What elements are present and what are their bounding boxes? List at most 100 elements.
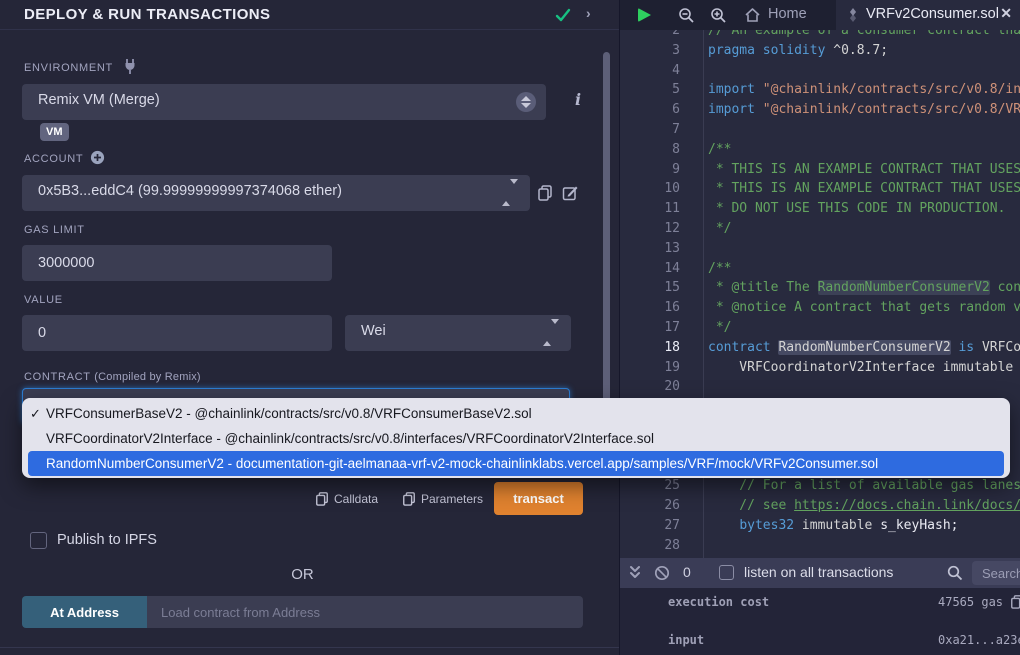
code-line[interactable]: 25 // For a list of available gas lanes …: [620, 476, 1020, 496]
terminal-search-input[interactable]: [972, 561, 1020, 585]
run-script-icon[interactable]: [638, 8, 651, 22]
line-number: 26: [620, 496, 680, 516]
line-number: 25: [620, 476, 680, 496]
value-input[interactable]: [22, 315, 332, 351]
code-line[interactable]: 5import "@chainlink/contracts/src/v0.8/i…: [620, 80, 1020, 100]
line-number: 6: [620, 100, 680, 120]
terminal-bar: 0 listen on all transactions: [620, 558, 1020, 588]
info-icon[interactable]: i: [575, 90, 581, 109]
environment-label: ENVIRONMENT: [24, 62, 113, 74]
line-number: 19: [620, 358, 680, 378]
code-line[interactable]: 19 VRFCoordinatorV2Interface immutable C…: [620, 358, 1020, 378]
parameters-label[interactable]: Parameters: [421, 492, 483, 506]
or-label: OR: [22, 566, 583, 583]
check-icon: [554, 6, 572, 24]
terminal-row-value: 47565 gas: [938, 595, 1003, 609]
copy-parameters-icon[interactable]: [402, 491, 416, 506]
environment-value: Remix VM (Merge): [38, 92, 160, 108]
value-label: VALUE: [24, 294, 63, 306]
value-unit-select[interactable]: Wei: [345, 315, 571, 351]
line-number: 20: [620, 377, 680, 397]
copy-value-icon[interactable]: [1010, 594, 1020, 609]
deploy-run-panel: DEPLOY & RUN TRANSACTIONS › ENVIRONMENT …: [0, 0, 620, 655]
editor-tabbar: Home VRFv2Consumer.sol ✕: [620, 0, 1020, 30]
code-line[interactable]: 4: [620, 61, 1020, 81]
account-value: 0x5B3...eddC4 (99.99999999997374068 ethe…: [38, 183, 342, 199]
contract-dropdown-item[interactable]: VRFCoordinatorV2Interface - @chainlink/c…: [22, 426, 1010, 451]
at-address-input[interactable]: [147, 596, 583, 628]
code-line[interactable]: 3pragma solidity ^0.8.7;: [620, 41, 1020, 61]
line-number: 7: [620, 120, 680, 140]
calldata-label[interactable]: Calldata: [334, 492, 378, 506]
publish-ipfs-checkbox[interactable]: [30, 532, 47, 549]
contract-dropdown-popup: ✓VRFConsumerBaseV2 - @chainlink/contract…: [22, 398, 1010, 478]
contract-dropdown-item[interactable]: RandomNumberConsumerV2 - documentation-g…: [28, 451, 1004, 476]
line-number: 9: [620, 160, 680, 180]
panel-title: DEPLOY & RUN TRANSACTIONS: [24, 6, 270, 23]
line-number: 18: [620, 338, 680, 358]
chevron-right-icon[interactable]: ›: [586, 5, 591, 21]
solidity-icon: [846, 7, 860, 23]
code-line[interactable]: 26 // see https://docs.chain.link/docs/v…: [620, 496, 1020, 516]
code-text: // see https://docs.chain.link/docs/vrf-…: [708, 496, 1020, 516]
code-line[interactable]: 13: [620, 239, 1020, 259]
clear-console-icon[interactable]: [654, 565, 670, 581]
code-text: */: [708, 219, 1020, 239]
code-line[interactable]: 28: [620, 536, 1020, 556]
code-line[interactable]: 10 * THIS IS AN EXAMPLE CONTRACT THAT US…: [620, 179, 1020, 199]
code-text: * @notice A contract that gets random va…: [708, 298, 1020, 318]
contract-dropdown-item[interactable]: ✓VRFConsumerBaseV2 - @chainlink/contract…: [22, 401, 1010, 426]
copy-account-icon[interactable]: [537, 184, 553, 201]
code-line[interactable]: 7: [620, 120, 1020, 140]
close-tab-icon[interactable]: ✕: [1000, 5, 1012, 22]
code-line[interactable]: 11 * DO NOT USE THIS CODE IN PRODUCTION.: [620, 199, 1020, 219]
code-line[interactable]: 9 * THIS IS AN EXAMPLE CONTRACT THAT USE…: [620, 160, 1020, 180]
line-number: 13: [620, 239, 680, 259]
code-editor[interactable]: 2 // An example of a consumer contract th…: [620, 30, 1020, 558]
listen-transactions-label: listen on all transactions: [744, 564, 893, 580]
gas-limit-input[interactable]: [22, 245, 332, 281]
code-line[interactable]: 16 * @notice A contract that gets random…: [620, 298, 1020, 318]
code-text: * DO NOT USE THIS CODE IN PRODUCTION.: [708, 199, 1020, 219]
code-text: /**: [708, 259, 1020, 279]
environment-select[interactable]: Remix VM (Merge): [22, 84, 546, 120]
copy-calldata-icon[interactable]: [315, 491, 329, 506]
expand-terminal-icon[interactable]: [628, 564, 642, 582]
tab-vrfv2consumer[interactable]: VRFv2Consumer.sol ✕: [836, 0, 1020, 30]
account-select[interactable]: 0x5B3...eddC4 (99.99999999997374068 ethe…: [22, 175, 530, 211]
line-number: 2: [620, 30, 680, 41]
search-icon: [947, 565, 963, 581]
panel-scrollbar[interactable]: [603, 52, 610, 455]
line-number: 4: [620, 61, 680, 81]
at-address-button[interactable]: At Address: [22, 596, 147, 628]
code-text: * THIS IS AN EXAMPLE CONTRACT THAT USES …: [708, 179, 1020, 199]
line-number: 15: [620, 278, 680, 298]
code-text: pragma solidity ^0.8.7;: [708, 41, 1020, 61]
panel-header: DEPLOY & RUN TRANSACTIONS ›: [0, 0, 619, 30]
code-line[interactable]: 14/**: [620, 259, 1020, 279]
plus-circle-icon[interactable]: [90, 150, 105, 165]
code-line[interactable]: 17 */: [620, 318, 1020, 338]
tab-label: VRFv2Consumer.sol: [866, 6, 999, 22]
line-number: 12: [620, 219, 680, 239]
gas-limit-label: GAS LIMIT: [24, 224, 85, 236]
tab-home[interactable]: Home: [738, 0, 836, 30]
code-line[interactable]: 18contract RandomNumberConsumerV2 is VRF…: [620, 338, 1020, 358]
code-text: // An example of a consumer contract tha…: [708, 30, 1020, 41]
code-text: VRFCoordinatorV2Interface immutable COOR…: [708, 358, 1020, 378]
plug-icon: [122, 58, 138, 75]
edit-account-icon[interactable]: [562, 184, 579, 201]
code-line[interactable]: 12 */: [620, 219, 1020, 239]
transact-button[interactable]: transact: [494, 482, 583, 515]
listen-transactions-checkbox[interactable]: [719, 565, 734, 580]
code-line[interactable]: 15 * @title The RandomNumberConsumerV2 c…: [620, 278, 1020, 298]
code-line[interactable]: 6import "@chainlink/contracts/src/v0.8/V…: [620, 100, 1020, 120]
code-line[interactable]: 8/**: [620, 140, 1020, 160]
line-number: 17: [620, 318, 680, 338]
terminal-content: execution cost47565 gasinput0xa21...a23e…: [620, 588, 1020, 655]
zoom-out-icon[interactable]: [678, 7, 695, 24]
code-line[interactable]: 20: [620, 377, 1020, 397]
code-line[interactable]: 27 bytes32 immutable s_keyHash;: [620, 516, 1020, 536]
code-line[interactable]: 2 // An example of a consumer contract th…: [620, 30, 1020, 41]
zoom-in-icon[interactable]: [710, 7, 727, 24]
